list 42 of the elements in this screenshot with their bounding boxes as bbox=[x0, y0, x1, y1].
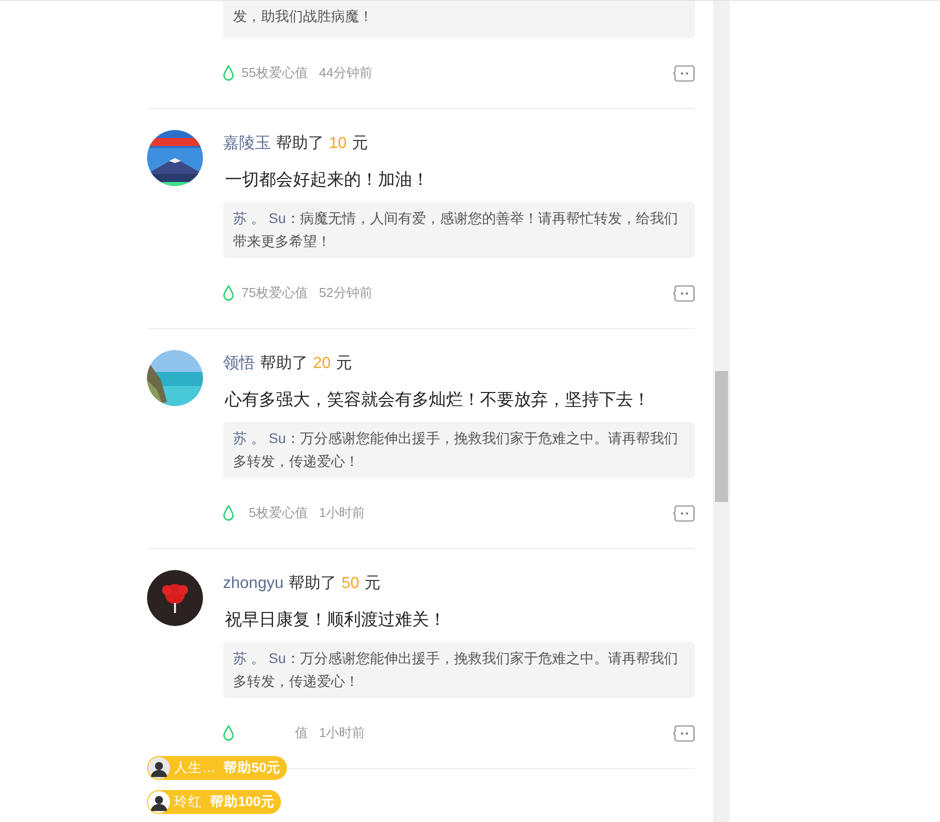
helped-label: 帮助了 bbox=[260, 354, 308, 374]
currency-unit: 元 bbox=[336, 354, 352, 374]
love-points: 75枚爱心值 bbox=[240, 284, 308, 302]
toast-amount: 帮助50元 bbox=[224, 758, 281, 777]
time-ago: 1小时前 bbox=[319, 504, 366, 522]
toast-amount: 帮助100元 bbox=[210, 792, 275, 811]
toast-name: 人生… bbox=[174, 758, 216, 777]
donor-message: 一切都会好起来的！加油！ bbox=[225, 169, 430, 191]
time-ago: 44分钟前 bbox=[319, 64, 372, 82]
drop-icon bbox=[223, 65, 234, 81]
comment-icon[interactable] bbox=[673, 284, 695, 302]
donation-amount: 10 bbox=[329, 134, 347, 154]
time-ago: 1小时前 bbox=[319, 724, 366, 742]
helped-label: 帮助了 bbox=[288, 574, 336, 594]
drop-icon bbox=[223, 725, 234, 741]
toast-name: 玲红 bbox=[174, 792, 202, 811]
donor-name[interactable]: 领悟 bbox=[223, 352, 255, 376]
avatar-icon bbox=[148, 791, 170, 813]
love-points: 55枚爱心值 bbox=[240, 64, 308, 82]
donor-name[interactable]: 嘉陵玉 bbox=[223, 132, 271, 156]
donor-message: 祝早日康复！顺利渡过难关！ bbox=[225, 609, 447, 631]
scrollbar-thumb[interactable] bbox=[715, 371, 728, 502]
time-ago: 52分钟前 bbox=[319, 284, 372, 302]
reply-text: 发，助我们战胜病魔！ bbox=[233, 7, 374, 26]
comment-icon[interactable] bbox=[673, 724, 695, 742]
drop-icon bbox=[223, 285, 234, 301]
love-points: 值 bbox=[294, 724, 308, 742]
reply-text: 苏 。 Su：病魔无情，人间有爱，感谢您的善举！请再帮忙转发，给我们带来更多希望！ bbox=[233, 209, 679, 251]
donor-name[interactable]: zhongyu bbox=[223, 572, 284, 596]
comment-icon[interactable] bbox=[673, 504, 695, 522]
comment-icon[interactable] bbox=[673, 64, 695, 82]
donation-amount: 50 bbox=[342, 574, 360, 594]
currency-unit: 元 bbox=[364, 574, 380, 594]
avatar-icon bbox=[148, 757, 170, 779]
donor-message: 心有多强大，笑容就会有多灿烂！不要放弃，坚持下去！ bbox=[225, 389, 651, 411]
helped-label: 帮助了 bbox=[276, 134, 324, 154]
love-points: 5枚爱心值 bbox=[248, 504, 308, 522]
reply-text: 苏 。 Su：万分感谢您能伸出援手，挽救我们家于危难之中。请再帮我们多转发，传递爱心！ bbox=[233, 649, 679, 691]
currency-unit: 元 bbox=[352, 134, 368, 154]
donation-amount: 20 bbox=[313, 354, 331, 374]
reply-text: 苏 。 Su：万分感谢您能伸出援手，挽救我们家于危难之中。请再帮我们多转发，传递爱心！ bbox=[233, 429, 679, 471]
drop-icon bbox=[223, 505, 234, 521]
